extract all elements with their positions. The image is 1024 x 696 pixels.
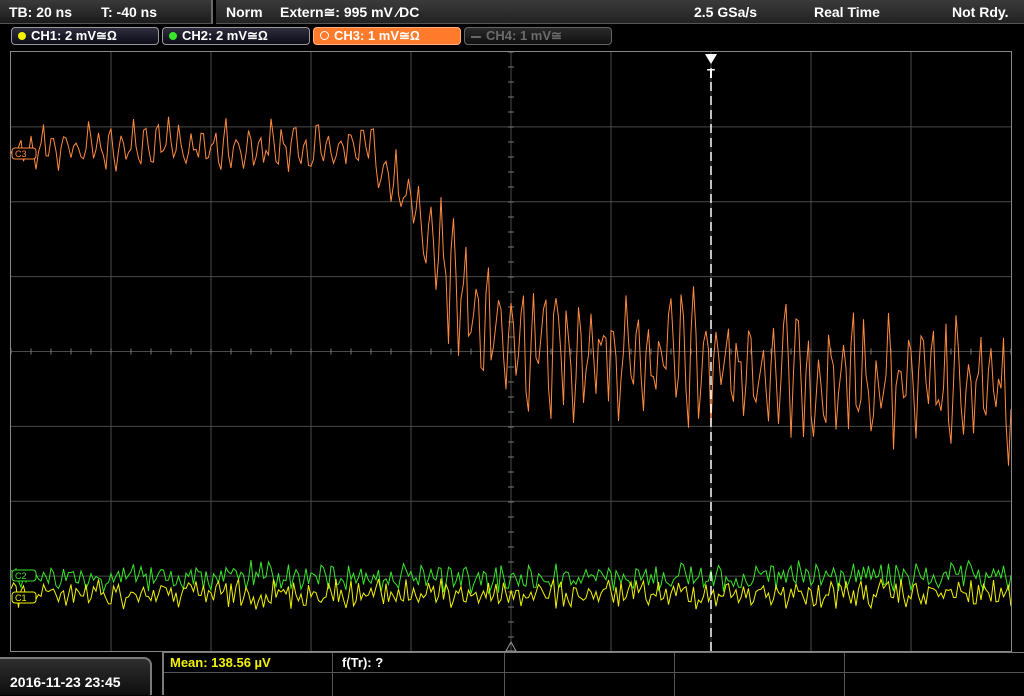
trigger-marker-label: T <box>707 66 715 81</box>
ch4-label: CH4: 1 mV≅ <box>486 28 562 43</box>
trigger-mode[interactable]: Norm <box>226 4 263 20</box>
timebase-box[interactable]: TB: 20 ns T: -40 ns <box>0 0 213 24</box>
measurement-panel[interactable]: Mean: 138.56 µV f(Tr): ? <box>162 652 1024 696</box>
divider <box>844 653 845 696</box>
waveform-plot: T C3 C2 C1 <box>10 51 1012 652</box>
channel-3-tab[interactable]: CH3: 1 mV≅Ω <box>313 27 461 45</box>
datetime-label: 2016-11-23 23:45 <box>10 674 121 690</box>
grid <box>10 51 1012 651</box>
ch1-label: CH1: 2 mV≅Ω <box>31 28 117 43</box>
ch3-label: CH3: 1 mV≅Ω <box>334 28 420 43</box>
ch4-off-icon <box>471 35 481 38</box>
run-state: Not Rdy. <box>952 4 1009 20</box>
trigger-source[interactable]: Extern≅: 995 mV ∕DC <box>280 4 419 21</box>
ch3-dot-icon <box>320 31 329 41</box>
ch2-ground-marker: C2 <box>15 571 27 581</box>
channel-4-tab[interactable]: CH4: 1 mV≅ <box>464 27 612 45</box>
acquisition-mode: Real Time <box>814 4 880 20</box>
ch1-ground-marker: C1 <box>15 593 27 603</box>
status-bar[interactable]: Norm Extern≅: 995 mV ∕DC 2.5 GSa/s Real … <box>216 0 1024 24</box>
channel-row: CH1: 2 mV≅Ω CH2: 2 mV≅Ω CH3: 1 mV≅Ω CH4:… <box>0 25 1024 49</box>
top-bar: TB: 20 ns T: -40 ns Norm Extern≅: 995 mV… <box>0 0 1024 24</box>
ch3-ground-marker: C3 <box>15 149 27 159</box>
divider <box>674 653 675 696</box>
waveform-display[interactable]: T C3 C2 C1 <box>10 51 1012 652</box>
datetime-box: 2016-11-23 23:45 <box>0 657 152 695</box>
trigger-time-label: T: -40 ns <box>101 4 158 20</box>
sample-rate: 2.5 GSa/s <box>694 4 758 20</box>
ch2-label: CH2: 2 mV≅Ω <box>182 28 268 43</box>
mean-measurement[interactable]: Mean: 138.56 µV <box>170 655 271 670</box>
channel-2-tab[interactable]: CH2: 2 mV≅Ω <box>162 27 310 45</box>
ftr-measurement[interactable]: f(Tr): ? <box>342 655 383 670</box>
ch2-dot-icon <box>169 31 177 40</box>
divider <box>164 672 1024 673</box>
trigger-arrow-icon <box>705 54 717 64</box>
divider <box>332 653 333 696</box>
ch1-dot-icon <box>18 31 26 40</box>
channel-1-tab[interactable]: CH1: 2 mV≅Ω <box>11 27 159 45</box>
divider <box>504 653 505 696</box>
timebase-label: TB: 20 ns <box>9 4 73 20</box>
